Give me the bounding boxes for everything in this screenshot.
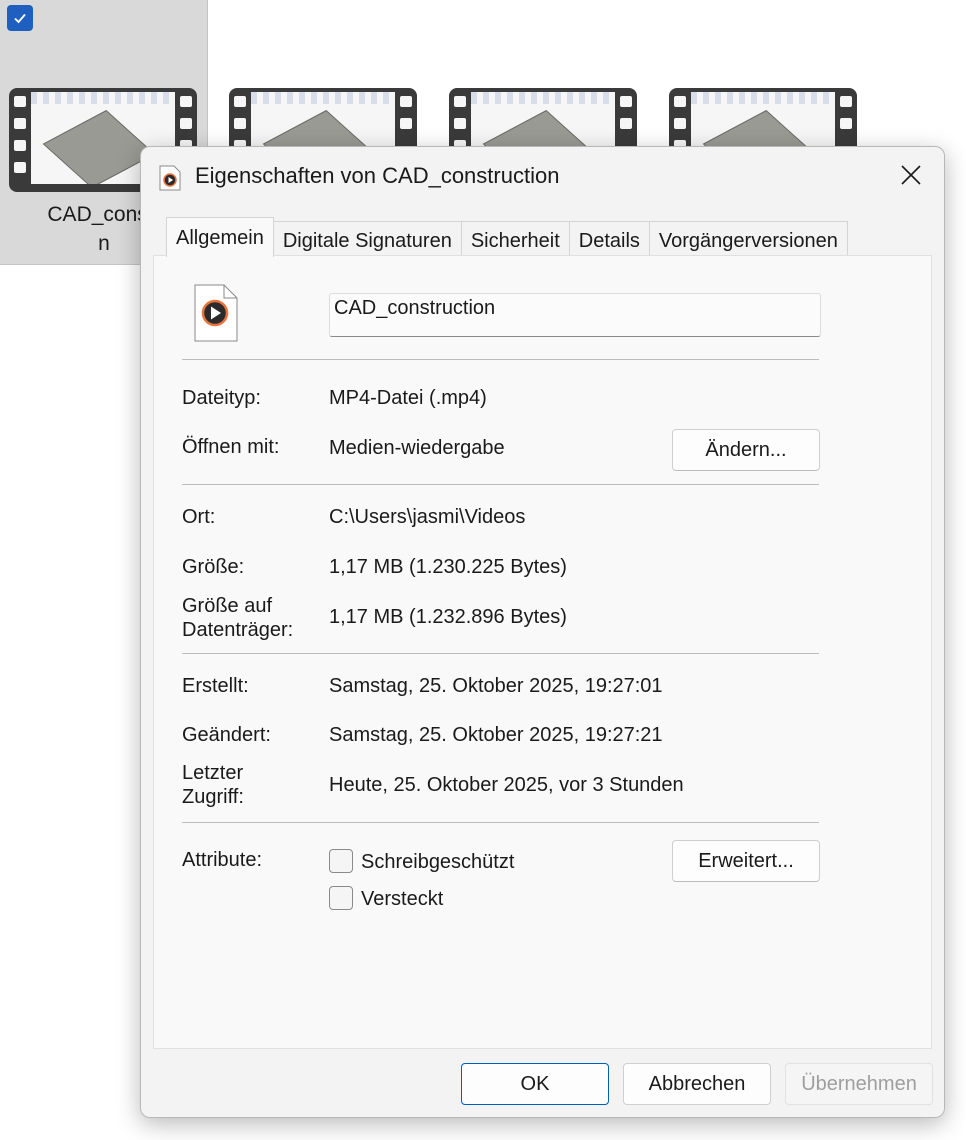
cad-toolbar-preview [471,92,615,104]
readonly-checkbox[interactable] [329,849,353,873]
selection-checkbox[interactable] [7,5,33,31]
separator [182,484,819,485]
cad-toolbar-preview [31,92,175,104]
modified-label: Geändert: [182,724,271,746]
accessed-label: Letzter Zugriff: [182,761,244,809]
disk-size-label-line-2: Datenträger: [182,619,294,641]
hidden-checkbox[interactable] [329,886,353,910]
cancel-button[interactable]: Abbrechen [623,1063,771,1105]
disk-size-label-line-1: Größe auf [182,595,273,617]
cad-plate-preview [42,110,156,184]
general-panel: Dateityp: MP4-Datei (.mp4) Öffnen mit: M… [153,255,932,1049]
size-value: 1,17 MB (1.230.225 Bytes) [329,556,567,578]
ok-button[interactable]: OK [461,1063,609,1105]
tab-digital-signatures[interactable]: Digitale Signaturen [273,221,462,257]
modified-value: Samstag, 25. Oktober 2025, 19:27:21 [329,724,663,746]
hidden-label[interactable]: Versteckt [361,887,443,911]
properties-dialog: Eigenschaften von CAD_construction Allge… [140,146,945,1118]
location-label: Ort: [182,506,216,528]
apply-button[interactable]: Übernehmen [785,1063,933,1105]
created-value: Samstag, 25. Oktober 2025, 19:27:01 [329,675,663,697]
file-type-label: Dateityp: [182,387,261,409]
tab-previous-versions[interactable]: Vorgängerversionen [649,221,848,257]
open-with-label: Öffnen mit: [182,436,280,458]
location-value: C:\Users\jasmi\Videos [329,506,526,528]
separator [182,822,819,823]
tab-details[interactable]: Details [569,221,650,257]
open-with-value: Medien-wiedergabe [329,437,505,459]
readonly-label[interactable]: Schreibgeschützt [361,850,514,874]
close-button[interactable] [888,153,934,197]
cad-toolbar-preview [691,92,835,104]
size-label: Größe: [182,556,245,578]
change-app-button[interactable]: Ändern... [672,429,820,471]
file-type-value: MP4-Datei (.mp4) [329,387,487,409]
attributes-label: Attribute: [182,849,263,871]
created-label: Erstellt: [182,675,249,697]
advanced-button[interactable]: Erweitert... [672,840,820,882]
cad-toolbar-preview [251,92,395,104]
tab-security[interactable]: Sicherheit [461,221,570,257]
file-name-input[interactable] [329,293,821,337]
dialog-title: Eigenschaften von CAD_construction [195,163,560,188]
accessed-value: Heute, 25. Oktober 2025, vor 3 Stunden [329,774,684,796]
checkmark-icon [14,13,26,24]
tab-general[interactable]: Allgemein [166,217,274,257]
disk-size-value: 1,17 MB (1.232.896 Bytes) [329,606,567,628]
close-icon [901,165,921,185]
separator [182,653,819,654]
accessed-label-line-1: Letzter [182,762,244,784]
separator [182,359,819,360]
accessed-label-line-2: Zugriff: [182,786,244,808]
media-file-icon [159,165,181,191]
disk-size-label: Größe auf Datenträger: [182,594,293,642]
tab-bar: Allgemein Digitale Signaturen Sicherheit… [166,217,848,257]
media-file-large-icon [194,284,238,342]
